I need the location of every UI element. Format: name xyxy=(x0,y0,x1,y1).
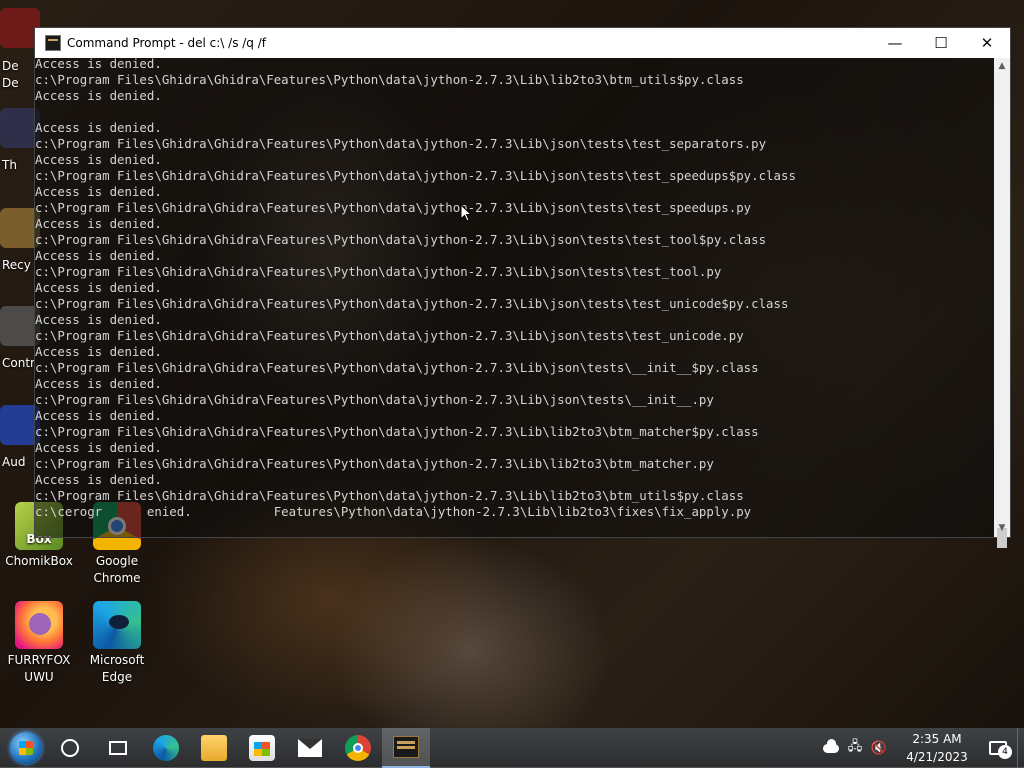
terminal-line: Access is denied. xyxy=(35,312,162,327)
terminal-line: Access is denied. xyxy=(35,152,162,167)
desktop-icon-label: Google xyxy=(95,554,139,568)
taskbar: 🖧 🔇 2:35 AM 4/21/2023 4 xyxy=(0,728,1024,768)
partial-label: De xyxy=(2,76,19,90)
onedrive-cloud-icon[interactable] xyxy=(821,738,841,758)
terminal-line: c:\cerogr enied. Features\Python\data\jy… xyxy=(35,504,752,519)
cmd-icon xyxy=(393,736,419,758)
close-button[interactable]: ✕ xyxy=(964,28,1010,58)
window-titlebar[interactable]: Command Prompt - del c:\ /s /q /f — ☐ ✕ xyxy=(35,28,1010,58)
terminal-lines: Access is denied. c:\Program Files\Ghidra… xyxy=(35,58,796,520)
scroll-up-icon[interactable]: ▲ xyxy=(994,58,1010,75)
terminal-line: c:\Program Files\Ghidra\Ghidra\Features\… xyxy=(35,72,744,87)
edge-icon xyxy=(153,735,179,761)
desktop-icon-label: Microsoft xyxy=(89,653,145,667)
terminal-line: c:\Program Files\Ghidra\Ghidra\Features\… xyxy=(35,296,789,311)
terminal-line: c:\Program Files\Ghidra\Ghidra\Features\… xyxy=(35,392,714,407)
start-button[interactable] xyxy=(6,728,46,768)
terminal-line: Access is denied. xyxy=(35,280,162,295)
taskbar-chrome-button[interactable] xyxy=(334,728,382,768)
terminal-line: Access is denied. xyxy=(35,216,162,231)
desktop-icon-label: UWU xyxy=(24,670,54,684)
terminal-line: Access is denied. xyxy=(35,440,162,455)
store-icon xyxy=(249,735,275,761)
terminal-line: Access is denied. xyxy=(35,344,162,359)
cmd-icon xyxy=(45,35,61,51)
partial-label: Recy xyxy=(2,258,31,272)
minimize-button[interactable]: — xyxy=(872,28,918,58)
mail-icon xyxy=(298,739,322,757)
partial-label: Aud xyxy=(2,455,26,469)
window-title: Command Prompt - del c:\ /s /q /f xyxy=(67,36,266,50)
desktop-icon-label: FURRYFOX xyxy=(7,653,71,667)
taskbar-file-explorer-button[interactable] xyxy=(190,728,238,768)
volume-muted-icon[interactable]: 🔇 xyxy=(869,738,889,758)
taskbar-clock[interactable]: 2:35 AM 4/21/2023 xyxy=(897,730,977,766)
desktop-icon-label: ChomikBox xyxy=(5,554,73,568)
task-view-icon xyxy=(109,741,127,755)
maximize-button[interactable]: ☐ xyxy=(918,28,964,58)
terminal-line: c:\Program Files\Ghidra\Ghidra\Features\… xyxy=(35,360,759,375)
terminal-line: Access is denied. xyxy=(35,472,162,487)
terminal-line: Access is denied. xyxy=(35,184,162,199)
terminal-line: c:\Program Files\Ghidra\Ghidra\Features\… xyxy=(35,488,744,503)
taskbar-cmd-button[interactable] xyxy=(382,728,430,768)
clock-time: 2:35 AM xyxy=(912,732,962,746)
windows-logo-icon xyxy=(10,732,42,764)
partial-label: De xyxy=(2,59,19,73)
terminal-line: c:\Program Files\Ghidra\Ghidra\Features\… xyxy=(35,424,759,439)
terminal-line: c:\Program Files\Ghidra\Ghidra\Features\… xyxy=(35,328,744,343)
terminal-line: c:\Program Files\Ghidra\Ghidra\Features\… xyxy=(35,232,767,247)
show-desktop-button[interactable] xyxy=(1017,728,1024,768)
taskbar-search-button[interactable] xyxy=(46,728,94,768)
search-icon xyxy=(61,739,79,757)
terminal-line: Access is denied. xyxy=(35,88,162,103)
taskbar-edge-button[interactable] xyxy=(142,728,190,768)
mouse-cursor-icon xyxy=(460,204,472,222)
terminal-line: c:\Program Files\Ghidra\Ghidra\Features\… xyxy=(35,200,752,215)
taskbar-mail-button[interactable] xyxy=(286,728,334,768)
terminal-line: Access is denied. xyxy=(35,248,162,263)
desktop-icon-label: Edge xyxy=(101,670,133,684)
firefox-icon xyxy=(15,601,63,649)
terminal-line: Access is denied. xyxy=(35,120,162,135)
edge-icon xyxy=(93,601,141,649)
command-prompt-window[interactable]: Command Prompt - del c:\ /s /q /f — ☐ ✕ … xyxy=(34,27,1011,548)
terminal-line: c:\Program Files\Ghidra\Ghidra\Features\… xyxy=(35,264,722,279)
vertical-scrollbar[interactable]: ▲ ▼ xyxy=(994,58,1010,548)
partial-label: Contr xyxy=(2,356,35,370)
network-icon[interactable]: 🖧 xyxy=(845,738,865,758)
desktop-icon-furryfox[interactable]: FURRYFOX UWU xyxy=(0,601,78,686)
terminal-output[interactable]: Access is denied. c:\Program Files\Ghidra… xyxy=(35,58,994,537)
partial-label: Th xyxy=(2,158,17,172)
terminal-line: Access is denied. xyxy=(35,58,162,71)
chrome-icon xyxy=(345,735,371,761)
terminal-line: Access is denied. xyxy=(35,376,162,391)
clock-date: 4/21/2023 xyxy=(906,750,968,764)
desktop-icon-microsoft-edge[interactable]: Microsoft Edge xyxy=(78,601,156,686)
terminal-line: Access is denied. xyxy=(35,408,162,423)
terminal-line: c:\Program Files\Ghidra\Ghidra\Features\… xyxy=(35,136,767,151)
terminal-line: c:\Program Files\Ghidra\Ghidra\Features\… xyxy=(35,456,714,471)
scroll-down-icon[interactable]: ▼ xyxy=(994,520,1010,537)
taskbar-task-view-button[interactable] xyxy=(94,728,142,768)
taskbar-store-button[interactable] xyxy=(238,728,286,768)
desktop-icon-label: Chrome xyxy=(93,571,141,585)
terminal-line: c:\Program Files\Ghidra\Ghidra\Features\… xyxy=(35,168,796,183)
notification-count: 4 xyxy=(998,745,1012,759)
system-tray: 🖧 🔇 2:35 AM 4/21/2023 4 xyxy=(819,728,1024,768)
action-center-button[interactable]: 4 xyxy=(983,733,1013,763)
file-explorer-icon xyxy=(201,735,227,761)
